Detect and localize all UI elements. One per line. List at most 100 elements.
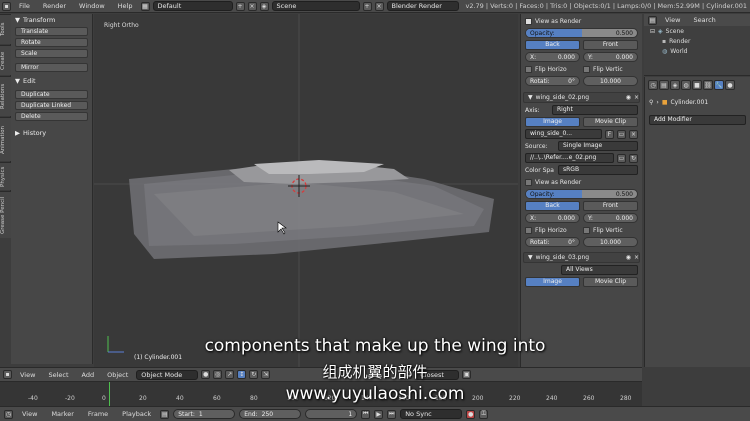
collapse-icon[interactable]: ⊟ xyxy=(650,28,655,35)
clock-icon[interactable]: ◷ xyxy=(4,409,13,419)
y-offset-field-1[interactable]: Y: 0.000 xyxy=(583,52,638,62)
preview-range-icon[interactable]: ▤ xyxy=(160,409,170,419)
color-space-select[interactable]: sRGB xyxy=(558,165,638,175)
outliner-search-menu[interactable]: Search xyxy=(688,16,720,24)
tab-animation[interactable]: Animation xyxy=(0,117,11,161)
add-modifier-select[interactable]: Add Modifier xyxy=(649,115,746,125)
size-field-2[interactable]: 10.000 xyxy=(583,237,638,247)
constraints-tab-icon[interactable]: ⛓ xyxy=(703,80,713,90)
jump-end-icon[interactable]: ⏭ xyxy=(387,409,397,419)
flip-v-checkbox-2[interactable] xyxy=(583,226,590,234)
tab-grease-pencil[interactable]: Grease Pencil xyxy=(0,191,11,238)
duplicate-linked-button[interactable]: Duplicate Linked xyxy=(15,101,88,110)
x-offset-field-2[interactable]: X: 0.000 xyxy=(525,213,580,223)
edit-panel-header[interactable]: ▼ Edit xyxy=(11,75,92,86)
mirror-button[interactable]: Mirror xyxy=(15,63,88,72)
start-frame-field[interactable]: Start: 1 xyxy=(173,409,236,419)
axis-select[interactable]: Right xyxy=(552,105,638,115)
timeline-view-menu[interactable]: View xyxy=(17,410,42,418)
add-scene-icon[interactable]: + xyxy=(362,1,372,11)
remove-layout-icon[interactable]: × xyxy=(247,1,257,11)
view-as-render-row-2[interactable]: View as Render xyxy=(525,177,638,187)
outliner-row-render[interactable]: ▪ Render xyxy=(644,36,750,46)
duplicate-button[interactable]: Duplicate xyxy=(15,90,88,99)
material-tab-icon[interactable]: ● xyxy=(725,80,735,90)
translate-button[interactable]: Translate xyxy=(15,27,88,36)
view-as-render-checkbox[interactable] xyxy=(525,17,532,25)
scene-tab-icon[interactable]: ◈ xyxy=(670,80,680,90)
reload-icon[interactable]: ↻ xyxy=(629,153,638,163)
front-button-2[interactable]: Front xyxy=(583,201,638,211)
opacity-slider-1[interactable]: Opacity: 0.500 xyxy=(525,28,638,38)
rotation-field-2[interactable]: Rotati: 0° xyxy=(525,237,580,247)
tab-physics[interactable]: Physics xyxy=(0,162,11,190)
image-tab-2[interactable]: Image xyxy=(525,117,580,127)
eye-icon[interactable]: ◉ xyxy=(626,254,631,261)
end-frame-field[interactable]: End: 250 xyxy=(239,409,302,419)
render-tab-icon[interactable]: ◷ xyxy=(648,80,658,90)
tab-tools[interactable]: Tools xyxy=(0,14,11,44)
remove-scene-icon[interactable]: × xyxy=(374,1,384,11)
tab-create[interactable]: Create xyxy=(0,45,11,75)
scene-select[interactable]: Scene xyxy=(271,1,360,11)
transform-panel-header[interactable]: ▼ Transform xyxy=(11,14,92,25)
movie-clip-tab-3[interactable]: Movie Clip xyxy=(583,277,638,287)
front-button-1[interactable]: Front xyxy=(583,40,638,50)
back-button-1[interactable]: Back xyxy=(525,40,580,50)
editor-type-icon[interactable]: ▪ xyxy=(2,1,11,11)
jump-start-icon[interactable]: ⏮ xyxy=(361,409,371,419)
image-path-field[interactable]: //..\..\Refer....e_02.png xyxy=(525,153,614,163)
flip-h-checkbox-1[interactable] xyxy=(525,65,532,73)
close-icon[interactable]: × xyxy=(634,94,639,101)
outliner-row-scene[interactable]: ⊟ ◈ Scene xyxy=(644,26,750,36)
outliner-row-world[interactable]: ◍ World xyxy=(644,46,750,56)
y-offset-field-2[interactable]: Y: 0.000 xyxy=(583,213,638,223)
render-engine-select[interactable]: Blender Render xyxy=(386,1,459,11)
back-button-2[interactable]: Back xyxy=(525,201,580,211)
image-2-header[interactable]: ▼ wing_side_02.png ◉ × xyxy=(523,92,640,103)
view-as-render-checkbox[interactable] xyxy=(525,178,532,186)
scale-button[interactable]: Scale xyxy=(15,49,88,58)
editor-type-icon[interactable]: ▤ xyxy=(648,15,657,25)
layout-icon[interactable]: ▦ xyxy=(140,1,150,11)
marker-menu[interactable]: Marker xyxy=(46,410,78,418)
menu-render[interactable]: Render xyxy=(38,2,71,10)
close-icon[interactable]: × xyxy=(634,254,639,261)
history-panel-header[interactable]: ▶ History xyxy=(11,127,92,138)
menu-window[interactable]: Window xyxy=(74,2,110,10)
pin-icon[interactable]: ⚲ xyxy=(649,99,653,106)
record-icon[interactable]: ● xyxy=(466,409,476,419)
image-3-header[interactable]: ▼ wing_side_03.png ◉ × xyxy=(523,252,640,263)
eye-icon[interactable]: ◉ xyxy=(626,94,631,101)
source-select[interactable]: Single Image xyxy=(558,141,638,151)
flip-v-checkbox-1[interactable] xyxy=(583,65,590,73)
layout-select[interactable]: Default xyxy=(152,1,233,11)
playback-menu[interactable]: Playback xyxy=(117,410,156,418)
folder-icon[interactable]: ▭ xyxy=(617,129,626,139)
keying-set-icon[interactable]: ⚿ xyxy=(479,409,489,419)
modifier-tab-icon[interactable]: 🔧 xyxy=(714,80,724,90)
current-frame-field[interactable]: 1 xyxy=(305,409,358,419)
world-tab-icon[interactable]: ◍ xyxy=(681,80,691,90)
size-field-1[interactable]: 10.000 xyxy=(583,76,638,86)
delete-button[interactable]: Delete xyxy=(15,112,88,121)
view-as-render-row-1[interactable]: View as Render xyxy=(525,16,638,26)
tab-relations[interactable]: Relations xyxy=(0,76,11,116)
opacity-slider-2[interactable]: Opacity: 0.500 xyxy=(525,189,638,199)
folder-icon[interactable]: ▭ xyxy=(617,153,626,163)
outliner-view-menu[interactable]: View xyxy=(660,16,685,24)
menu-file[interactable]: File xyxy=(14,2,35,10)
movie-clip-tab-2[interactable]: Movie Clip xyxy=(583,117,638,127)
3d-viewport[interactable]: Right Ortho (1) Cylinder.001 xyxy=(94,14,518,367)
x-offset-field-1[interactable]: X: 0.000 xyxy=(525,52,580,62)
rotation-field-1[interactable]: Rotati: 0° xyxy=(525,76,580,86)
frame-menu[interactable]: Frame xyxy=(83,410,113,418)
object-tab-icon[interactable]: ■ xyxy=(692,80,702,90)
rotate-button[interactable]: Rotate xyxy=(15,38,88,47)
layers-tab-icon[interactable]: ▤ xyxy=(659,80,669,90)
scene-icon[interactable]: ◈ xyxy=(259,1,269,11)
image-file-select[interactable]: wing_side_0... xyxy=(525,129,602,139)
flip-h-checkbox-2[interactable] xyxy=(525,226,532,234)
sync-select[interactable]: No Sync xyxy=(400,409,463,419)
menu-help[interactable]: Help xyxy=(113,2,138,10)
